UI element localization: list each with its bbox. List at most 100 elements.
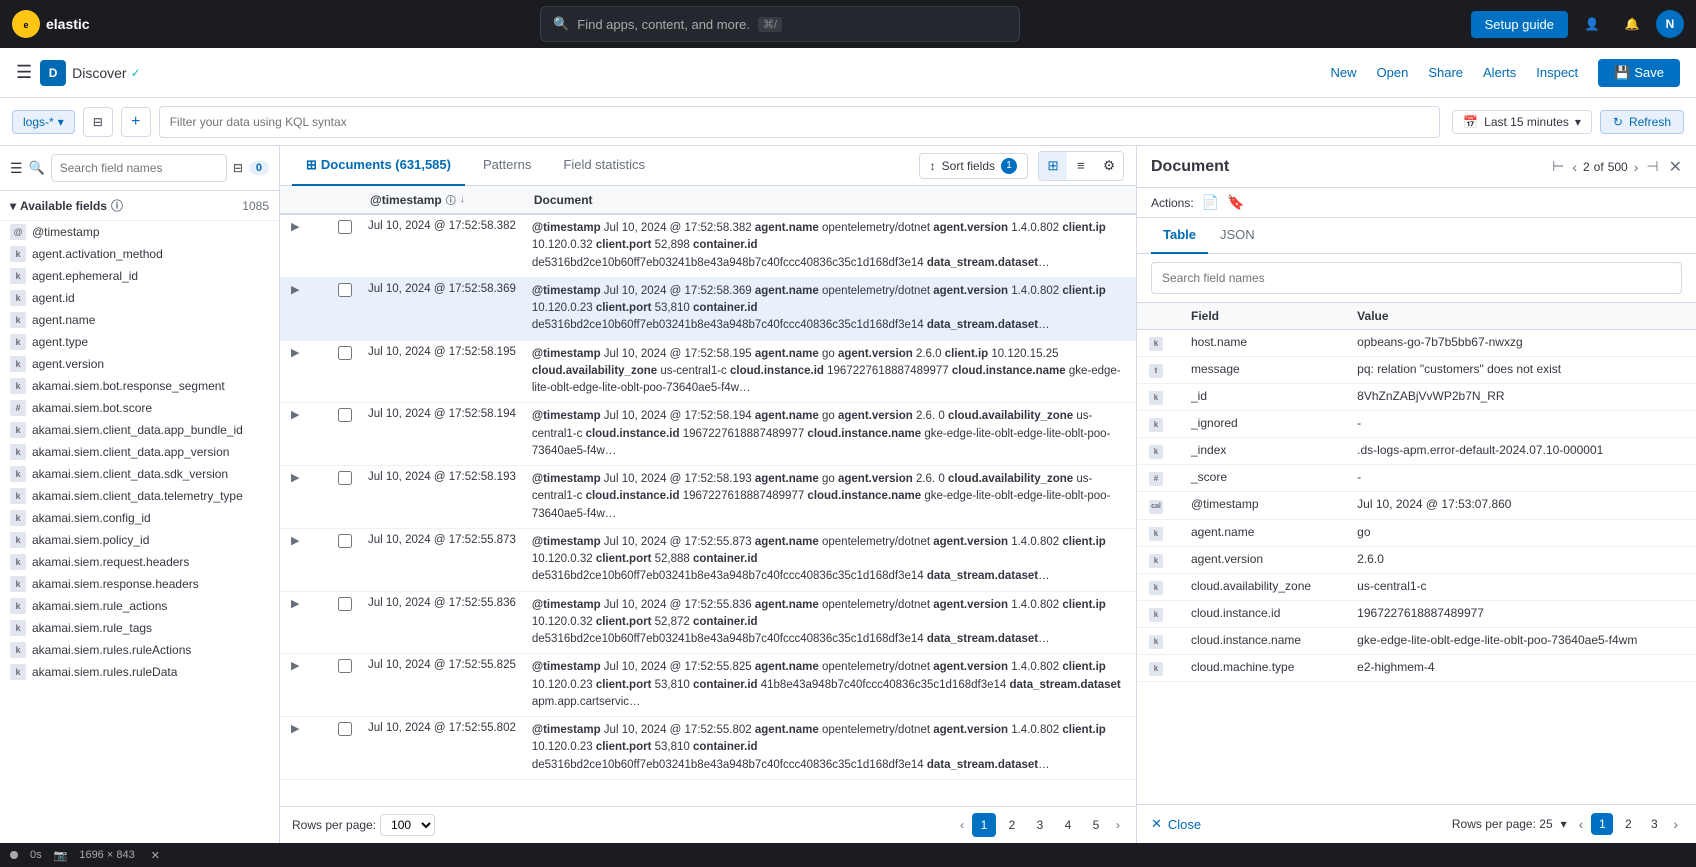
time-picker[interactable]: 📅 Last 15 minutes ▾	[1452, 110, 1592, 134]
page-num-1[interactable]: 1	[972, 813, 996, 837]
list-item[interactable]: # akamai.siem.bot.score	[0, 397, 279, 419]
doc-field-search-input[interactable]	[1151, 262, 1682, 294]
tab-documents[interactable]: ⊞ Documents (631,585)	[292, 146, 465, 186]
list-item[interactable]: k akamai.siem.client_data.app_bundle_id	[0, 419, 279, 441]
expand-row-button[interactable]: ▶	[288, 408, 302, 422]
page-num-3[interactable]: 3	[1028, 813, 1052, 837]
share-link[interactable]: Share	[1428, 65, 1463, 80]
doc-tab-json[interactable]: JSON	[1208, 218, 1267, 254]
field-search-input[interactable]	[51, 154, 227, 182]
doc-last-button[interactable]: ⊣	[1644, 156, 1660, 177]
list-item[interactable]: k akamai.siem.client_data.app_version	[0, 441, 279, 463]
sidebar-filter-icon[interactable]: ⊟	[233, 161, 243, 175]
list-item[interactable]: k agent.type	[0, 331, 279, 353]
doc-next-button[interactable]: ›	[1632, 157, 1641, 177]
save-button[interactable]: 💾 Save	[1598, 59, 1680, 87]
single-row-view-button[interactable]: ≡	[1067, 152, 1095, 180]
user-icon[interactable]: 👤	[1576, 8, 1608, 40]
row-checkbox[interactable]	[338, 346, 352, 360]
list-item[interactable]: k akamai.siem.request.headers	[0, 551, 279, 573]
list-item[interactable]: k akamai.siem.response.headers	[0, 573, 279, 595]
list-item[interactable]: k akamai.siem.policy_id	[0, 529, 279, 551]
sort-desc-icon[interactable]: ↓	[460, 194, 465, 205]
list-item[interactable]: k akamai.siem.bot.response_segment	[0, 375, 279, 397]
document-panel: Document ⊢ ‹ 2 of 500 › ⊣ ✕ Actions: 📄 🔖…	[1136, 146, 1696, 843]
inspect-link[interactable]: Inspect	[1536, 65, 1578, 80]
page-prev-arrow[interactable]: ‹	[956, 816, 968, 834]
alerts-link[interactable]: Alerts	[1483, 65, 1516, 80]
status-close-button[interactable]: ✕	[151, 849, 160, 862]
index-pattern-selector[interactable]: logs-* ▾	[12, 110, 75, 134]
doc-page-next-arrow[interactable]: ›	[1669, 814, 1682, 834]
doc-page-1[interactable]: 1	[1591, 813, 1613, 835]
list-item[interactable]: k agent.ephemeral_id	[0, 265, 279, 287]
rows-per-page-select[interactable]: 100 25 50	[380, 814, 435, 836]
field-name-cell: _index	[1179, 438, 1345, 465]
options-view-button[interactable]: ⚙	[1095, 152, 1123, 180]
doc-first-button[interactable]: ⊢	[1550, 156, 1566, 177]
row-checkbox[interactable]	[338, 597, 352, 611]
expand-row-button[interactable]: ▶	[288, 220, 302, 234]
page-num-4[interactable]: 4	[1056, 813, 1080, 837]
close-panel-button[interactable]: ✕	[1669, 157, 1682, 177]
row-checkbox[interactable]	[338, 220, 352, 234]
list-item[interactable]: k agent.id	[0, 287, 279, 309]
close-doc-button[interactable]: ✕ Close	[1151, 816, 1201, 832]
filter-options-button[interactable]: ⊟	[83, 107, 113, 137]
row-checkbox[interactable]	[338, 408, 352, 422]
doc-page-3[interactable]: 3	[1643, 813, 1665, 835]
setup-guide-button[interactable]: Setup guide	[1471, 11, 1568, 38]
expand-row-button[interactable]: ▶	[288, 346, 302, 360]
kql-filter-input[interactable]	[159, 106, 1440, 138]
col-timestamp-header[interactable]: @timestamp ⓘ ↓	[360, 186, 524, 214]
new-link[interactable]: New	[1330, 65, 1356, 80]
refresh-button[interactable]: ↻ Refresh	[1600, 110, 1684, 134]
page-num-2[interactable]: 2	[1000, 813, 1024, 837]
row-checkbox[interactable]	[338, 722, 352, 736]
sort-fields-button[interactable]: ↕ Sort fields 1	[919, 153, 1028, 179]
list-item[interactable]: k agent.version	[0, 353, 279, 375]
doc-action-save-icon[interactable]: 🔖	[1227, 194, 1244, 211]
doc-page-2[interactable]: 2	[1617, 813, 1639, 835]
list-item[interactable]: k akamai.siem.client_data.sdk_version	[0, 463, 279, 485]
doc-tab-table[interactable]: Table	[1151, 218, 1208, 254]
table-container: @timestamp ⓘ ↓ Document ▶	[280, 186, 1136, 806]
row-checkbox[interactable]	[338, 534, 352, 548]
list-item[interactable]: k akamai.siem.rules.ruleData	[0, 661, 279, 683]
doc-page-prev-arrow[interactable]: ‹	[1575, 814, 1588, 834]
row-checkbox[interactable]	[338, 659, 352, 673]
doc-prev-button[interactable]: ‹	[1570, 157, 1579, 177]
notifications-icon[interactable]: 🔔	[1616, 8, 1648, 40]
hamburger-menu[interactable]: ☰	[16, 62, 32, 83]
page-next-arrow[interactable]: ›	[1112, 816, 1124, 834]
add-filter-button[interactable]: +	[121, 107, 151, 137]
row-checkbox[interactable]	[338, 471, 352, 485]
expand-row-button[interactable]: ▶	[288, 471, 302, 485]
list-item[interactable]: @ @timestamp	[0, 221, 279, 243]
expand-row-button[interactable]: ▶	[288, 659, 302, 673]
list-item[interactable]: k akamai.siem.config_id	[0, 507, 279, 529]
row-checkbox[interactable]	[338, 283, 352, 297]
list-item[interactable]: k akamai.siem.rules.ruleActions	[0, 639, 279, 661]
tab-patterns[interactable]: Patterns	[469, 146, 545, 186]
list-item[interactable]: k agent.activation_method	[0, 243, 279, 265]
expand-row-button[interactable]: ▶	[288, 534, 302, 548]
list-item[interactable]: k akamai.siem.client_data.telemetry_type	[0, 485, 279, 507]
avatar[interactable]: N	[1656, 10, 1684, 38]
global-search-bar[interactable]: 🔍 Find apps, content, and more. ⌘/	[540, 6, 1020, 42]
expand-row-button[interactable]: ▶	[288, 597, 302, 611]
elastic-logo[interactable]: e elastic	[12, 10, 90, 38]
expand-row-button[interactable]: ▶	[288, 283, 302, 297]
list-item[interactable]: k akamai.siem.rule_actions	[0, 595, 279, 617]
open-link[interactable]: Open	[1377, 65, 1409, 80]
sidebar-toggle[interactable]: ☰	[10, 160, 23, 177]
expand-row-button[interactable]: ▶	[288, 722, 302, 736]
tab-field-statistics[interactable]: Field statistics	[549, 146, 659, 186]
table-view-button[interactable]: ⊞	[1039, 152, 1067, 180]
chevron-down-icon[interactable]: ▾	[1561, 817, 1567, 831]
list-item[interactable]: k akamai.siem.rule_tags	[0, 617, 279, 639]
list-item[interactable]: k agent.name	[0, 309, 279, 331]
page-num-5[interactable]: 5	[1084, 813, 1108, 837]
field-type-k-icon: k	[10, 378, 26, 394]
doc-action-copy-icon[interactable]: 📄	[1202, 194, 1219, 211]
